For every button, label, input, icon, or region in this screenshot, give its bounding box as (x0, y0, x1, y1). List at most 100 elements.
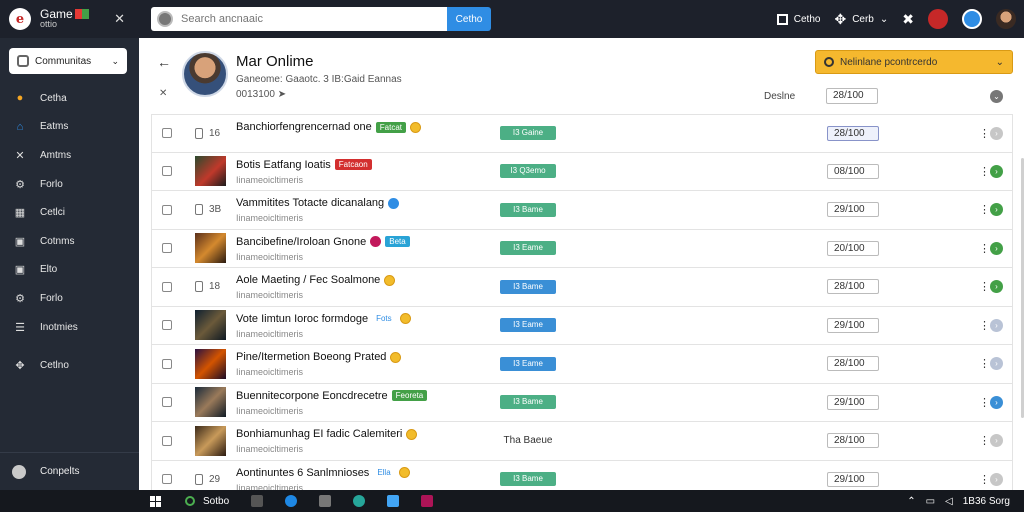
clock[interactable]: 1B36 Sorg (963, 496, 1010, 507)
action-dropdown[interactable]: Nelinlane pcontrcerdo ⌄ (815, 50, 1013, 74)
sidebar-item-1[interactable]: ⌂ Eatms (0, 113, 139, 142)
user-avatar[interactable] (996, 9, 1016, 29)
brand[interactable]: e Game ottio ✕ (0, 0, 139, 38)
row-title[interactable]: Bonhiamunhag EI fadic Calemiteri (236, 428, 418, 440)
status-circle-icon[interactable]: › (990, 318, 1003, 332)
status-circle-icon[interactable]: › (990, 280, 1003, 294)
sidebar-item-9[interactable]: ✥ Cetlno (0, 351, 139, 380)
table-row[interactable]: Buennitecorpone Eoncdrecetre Feoreta Iinam… (151, 383, 1013, 422)
row-title[interactable]: Botis Eatfang Ioatis Fatcaon (236, 159, 372, 171)
close-icon[interactable]: ✕ (159, 88, 167, 99)
more-icon[interactable]: ⋮ (979, 242, 990, 255)
row-checkbox[interactable] (162, 128, 172, 139)
row-title[interactable]: Buennitecorpone Eoncdrecetre Feoreta (236, 390, 428, 402)
table-row[interactable]: Vote Iimtun Ioroc formdoge Fots Iinameoicl… (151, 306, 1013, 345)
row-checkbox[interactable] (162, 320, 172, 331)
taskbar-search[interactable]: Sotbo (185, 496, 229, 507)
more-icon[interactable]: ⋮ (979, 203, 990, 216)
sidebar-bottom[interactable]: Conpelts (0, 452, 139, 490)
table-row[interactable]: Pine/Itermetion Boeong Prated Iinameoiclt… (151, 345, 1013, 384)
row-title[interactable]: Aole Maeting / Fec Soalmone (236, 274, 396, 286)
status-circle-icon[interactable]: › (990, 472, 1003, 486)
wifi-icon[interactable]: ⌃ (907, 496, 915, 507)
row-title[interactable]: Pine/Itermetion Boeong Prated (236, 351, 402, 363)
row-checkbox[interactable] (162, 435, 172, 446)
row-title[interactable]: Vammitites Totacte dicanalang (236, 197, 400, 209)
status-circle-icon[interactable]: › (990, 395, 1003, 409)
top-action-2[interactable]: ✥ Cerb ⌄ (834, 11, 888, 28)
status-circle-icon[interactable]: › (990, 434, 1003, 448)
more-icon[interactable]: ⋮ (979, 165, 990, 178)
time-field[interactable]: 28/100 (827, 125, 879, 141)
row-title[interactable]: Vote Iimtun Ioroc formdoge Fots (236, 313, 411, 325)
folder-icon[interactable] (387, 495, 400, 507)
time-field[interactable]: 29/100 (827, 317, 879, 333)
more-icon[interactable]: ⋮ (979, 319, 990, 332)
status-circle-icon[interactable]: › (990, 164, 1003, 178)
row-title[interactable]: Banchiorfengrencernad one Fatcat (236, 121, 421, 133)
row-checkbox[interactable] (162, 358, 172, 369)
table-row[interactable]: Bonhiamunhag EI fadic Calemiteri Iinameoi… (151, 422, 1013, 461)
send-icon[interactable]: ➤ (278, 89, 286, 100)
table-row[interactable]: Bancibefine/Iroloan Gnone Beta Iinameoiclt… (151, 229, 1013, 268)
file-icon (195, 127, 203, 139)
table-row[interactable]: Botis Eatfang Ioatis Fatcaon Iinameoicltim… (151, 152, 1013, 191)
network-icon[interactable]: ▭ (926, 496, 935, 507)
status-circle-icon[interactable]: › (990, 126, 1003, 140)
status-circle-icon[interactable]: › (990, 241, 1003, 255)
store-icon[interactable] (421, 495, 434, 507)
sidebar-item-2[interactable]: ✕ Amtms (0, 141, 139, 170)
more-icon[interactable]: ⋮ (979, 357, 990, 370)
time-field[interactable]: 28/100 (827, 356, 879, 372)
edge-icon[interactable] (285, 495, 298, 507)
row-checkbox[interactable] (162, 397, 172, 408)
task-view-icon[interactable] (251, 495, 264, 507)
sidebar-item-0[interactable]: ● Cetha (0, 84, 139, 113)
time-field[interactable]: 20/100 (827, 240, 879, 256)
search-button[interactable]: Cetho (447, 7, 491, 31)
more-icon[interactable]: ⋮ (979, 473, 990, 486)
status-circle-icon[interactable]: › (990, 203, 1003, 217)
time-field[interactable]: 28/100 (827, 433, 879, 449)
more-icon[interactable]: ⋮ (979, 127, 990, 140)
notification-icon[interactable] (928, 9, 948, 29)
table-row[interactable]: 18 Aole Maeting / Fec Soalmone Iinameoiclt… (151, 268, 1013, 307)
chevron-down-icon[interactable]: ⌄ (990, 90, 1003, 103)
close-icon[interactable]: ✕ (114, 11, 125, 27)
time-field[interactable]: 08/100 (827, 163, 879, 179)
row-checkbox[interactable] (162, 204, 172, 215)
table-row[interactable]: 16 Banchiorfengrencernad one Fatcat I3 Gain… (151, 114, 1013, 153)
app-icon[interactable] (319, 495, 332, 507)
sidebar-item-3[interactable]: ⚙ Forlo (0, 170, 139, 199)
table-row[interactable]: 3B Vammitites Totacte dicanalang Iinameoic… (151, 191, 1013, 230)
sidebar-item-7[interactable]: ⚙ Forlo (0, 284, 139, 313)
row-checkbox[interactable] (162, 281, 172, 292)
time-field[interactable]: 29/100 (827, 394, 879, 410)
row-checkbox[interactable] (162, 474, 172, 485)
community-dropdown[interactable]: Communitas ⌄ (9, 48, 127, 74)
top-action-1[interactable]: Cetho (776, 13, 820, 25)
time-field[interactable]: 28/100 (827, 279, 879, 295)
sidebar-item-4[interactable]: ▦ Cetlci (0, 198, 139, 227)
volume-icon[interactable]: ◁ (945, 496, 953, 507)
search-input[interactable] (181, 13, 431, 25)
time-field[interactable]: 29/100 (827, 471, 879, 487)
browser-icon[interactable] (353, 495, 366, 507)
tools-icon[interactable]: ✖ (902, 11, 914, 28)
row-title[interactable]: Aontinuntes 6 Sanlmnioses Ella (236, 467, 410, 479)
status-circle-icon[interactable]: › (990, 357, 1003, 371)
more-icon[interactable]: ⋮ (979, 434, 990, 447)
time-field[interactable]: 29/100 (827, 202, 879, 218)
sidebar-item-8[interactable]: ☰ Inotmies (0, 313, 139, 342)
row-checkbox[interactable] (162, 166, 172, 177)
windows-start-icon[interactable] (150, 495, 161, 507)
sidebar-item-5[interactable]: ▣ Cotnms (0, 227, 139, 256)
back-arrow-icon[interactable]: ← (157, 54, 171, 70)
sidebar-item-6[interactable]: ▣ Elto (0, 256, 139, 285)
more-icon[interactable]: ⋮ (979, 280, 990, 293)
more-icon[interactable]: ⋮ (979, 396, 990, 409)
row-checkbox[interactable] (162, 243, 172, 254)
row-title[interactable]: Bancibefine/Iroloan Gnone Beta (236, 236, 410, 248)
header-time[interactable]: 28/100 (826, 88, 878, 104)
globe-icon[interactable] (962, 9, 982, 29)
